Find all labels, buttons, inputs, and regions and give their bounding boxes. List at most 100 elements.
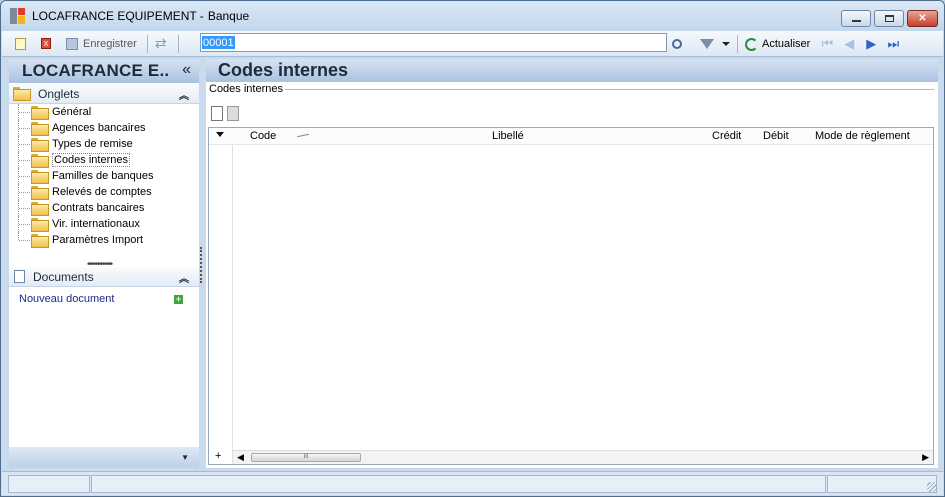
window-subtitle: Banque xyxy=(207,9,250,23)
main-window: LOCAFRANCE EQUIPEMENT - Banque ✕ x Enreg… xyxy=(0,0,945,497)
tree-item-codes-internes[interactable]: Codes internes xyxy=(9,152,199,168)
document-icon xyxy=(14,270,25,283)
tree-item-types-de-remise[interactable]: Types de remise xyxy=(9,136,199,152)
new-icon xyxy=(14,37,26,50)
scrollbar-thumb[interactable]: III xyxy=(251,453,361,462)
search-button[interactable] xyxy=(668,35,686,53)
resize-grip-icon[interactable] xyxy=(927,482,937,492)
delete-button[interactable]: x xyxy=(37,35,55,53)
save-label: Enregistrer xyxy=(83,37,137,50)
horizontal-scrollbar[interactable]: ◀ III ▶ xyxy=(233,450,933,464)
refresh-icon-button[interactable] xyxy=(742,35,760,53)
collapse-panel-icon[interactable]: « xyxy=(182,61,191,79)
previous-record-button[interactable]: ◀ xyxy=(838,35,860,53)
column-header-debit[interactable]: Débit xyxy=(763,130,789,142)
onglets-group-header[interactable]: Onglets ︽ xyxy=(9,84,199,104)
filter-button[interactable] xyxy=(698,35,716,53)
refresh-icon xyxy=(744,37,758,51)
content-header: Codes internes xyxy=(206,59,938,82)
toolbar-separator xyxy=(737,35,738,53)
maximize-button[interactable] xyxy=(874,10,904,27)
new-document-link[interactable]: Nouveau document xyxy=(19,293,114,305)
column-header-mode-de-reglement[interactable]: Mode de règlement xyxy=(815,130,910,142)
tree-item-parametres-import[interactable]: Paramètres Import xyxy=(9,232,199,248)
tree-item-label: Général xyxy=(52,106,92,118)
column-header-libelle[interactable]: Libellé xyxy=(492,130,524,142)
delete-line-button[interactable] xyxy=(227,106,239,121)
folder-icon xyxy=(31,202,49,216)
minimize-icon xyxy=(851,20,861,22)
previous-icon: ◀ xyxy=(844,36,855,51)
search-field[interactable] xyxy=(200,33,667,52)
folder-icon xyxy=(13,87,31,101)
status-cell xyxy=(91,475,826,493)
window-title: LOCAFRANCE EQUIPEMENT - xyxy=(32,9,204,23)
status-cell xyxy=(8,475,90,493)
close-icon: ✕ xyxy=(918,13,927,24)
nav-panel-header: LOCAFRANCE E.. « xyxy=(9,59,199,83)
folder-icon xyxy=(31,122,49,136)
minimize-button[interactable] xyxy=(841,10,871,27)
status-bar xyxy=(2,471,943,495)
last-record-button[interactable]: ⏭ xyxy=(882,35,904,53)
tree-item-label: Agences bancaires xyxy=(52,122,146,134)
scroll-left-icon[interactable]: ◀ xyxy=(237,452,244,463)
chevron-up-icon[interactable]: ︽ xyxy=(179,87,189,102)
documents-group-header[interactable]: Documents ︽ xyxy=(9,267,199,287)
onglets-label: Onglets xyxy=(38,86,80,101)
grid-header: Code Libellé Crédit Débit Mode de règlem… xyxy=(209,128,933,145)
new-line-button[interactable] xyxy=(211,106,223,121)
company-name: LOCAFRANCE E.. xyxy=(22,61,170,80)
documents-label: Documents xyxy=(33,269,94,284)
open-folder-icon xyxy=(31,154,49,168)
new-record-button[interactable] xyxy=(11,35,29,53)
grid-toolbar xyxy=(211,106,239,121)
last-icon: ⏭ xyxy=(887,36,900,51)
folder-icon xyxy=(31,234,49,248)
folder-icon xyxy=(31,218,49,232)
toolbar-separator xyxy=(177,34,179,53)
chevron-down-icon[interactable]: ▼ xyxy=(181,453,189,462)
title-bar: LOCAFRANCE EQUIPEMENT - Banque ✕ xyxy=(1,1,944,31)
close-button[interactable]: ✕ xyxy=(907,10,938,27)
tree-item-label: Types de remise xyxy=(52,138,133,150)
column-header-credit[interactable]: Crédit xyxy=(712,130,741,142)
tree-item-label: Paramètres Import xyxy=(52,234,144,246)
search-input[interactable] xyxy=(201,34,666,51)
filter-dropdown-button[interactable] xyxy=(720,35,732,53)
row-indicator-column xyxy=(209,128,233,464)
first-record-button[interactable]: ⏮ xyxy=(816,35,838,53)
chevron-up-icon[interactable]: ︽ xyxy=(179,270,189,285)
column-header-code[interactable]: Code xyxy=(250,130,276,142)
tree-item-familles-de-banques[interactable]: Familles de banques xyxy=(9,168,199,184)
folder-icon xyxy=(31,138,49,152)
add-document-icon[interactable]: + xyxy=(174,295,183,304)
save-button[interactable] xyxy=(63,35,81,53)
row-pointer-icon xyxy=(216,132,224,137)
tree-item-releves-de-comptes[interactable]: Relevés de comptes xyxy=(9,184,199,200)
chevron-down-icon xyxy=(722,42,730,46)
next-record-button[interactable]: ▶ xyxy=(860,35,882,53)
tree-item-label: Familles de banques xyxy=(52,170,154,182)
tree-item-contrats-bancaires[interactable]: Contrats bancaires xyxy=(9,200,199,216)
folder-icon xyxy=(31,170,49,184)
scroll-right-icon[interactable]: ▶ xyxy=(922,452,929,463)
save-icon xyxy=(66,37,78,50)
maximize-icon xyxy=(884,15,894,22)
next-icon: ▶ xyxy=(866,36,877,51)
add-row-icon[interactable]: + xyxy=(215,450,221,462)
refresh-button[interactable]: Actualiser xyxy=(762,38,810,50)
tree-item-vir-internationaux[interactable]: Vir. internationaux xyxy=(9,216,199,232)
tree-item-general[interactable]: Général xyxy=(9,104,199,120)
folder-icon xyxy=(31,106,49,120)
first-icon: ⏮ xyxy=(821,36,834,51)
delete-icon: x xyxy=(41,38,51,49)
vertical-splitter[interactable] xyxy=(200,247,203,283)
fieldset-label: Codes internes xyxy=(209,83,285,95)
app-logo-icon xyxy=(10,8,26,24)
tree-item-label: Relevés de comptes xyxy=(52,186,152,198)
sync-button[interactable]: ⇄ xyxy=(152,35,170,53)
tabs-tree: Général Agences bancaires Types de remis… xyxy=(9,104,199,248)
navigation-panel: LOCAFRANCE E.. « Onglets ︽ Général Agenc… xyxy=(9,59,199,468)
tree-item-agences-bancaires[interactable]: Agences bancaires xyxy=(9,120,199,136)
